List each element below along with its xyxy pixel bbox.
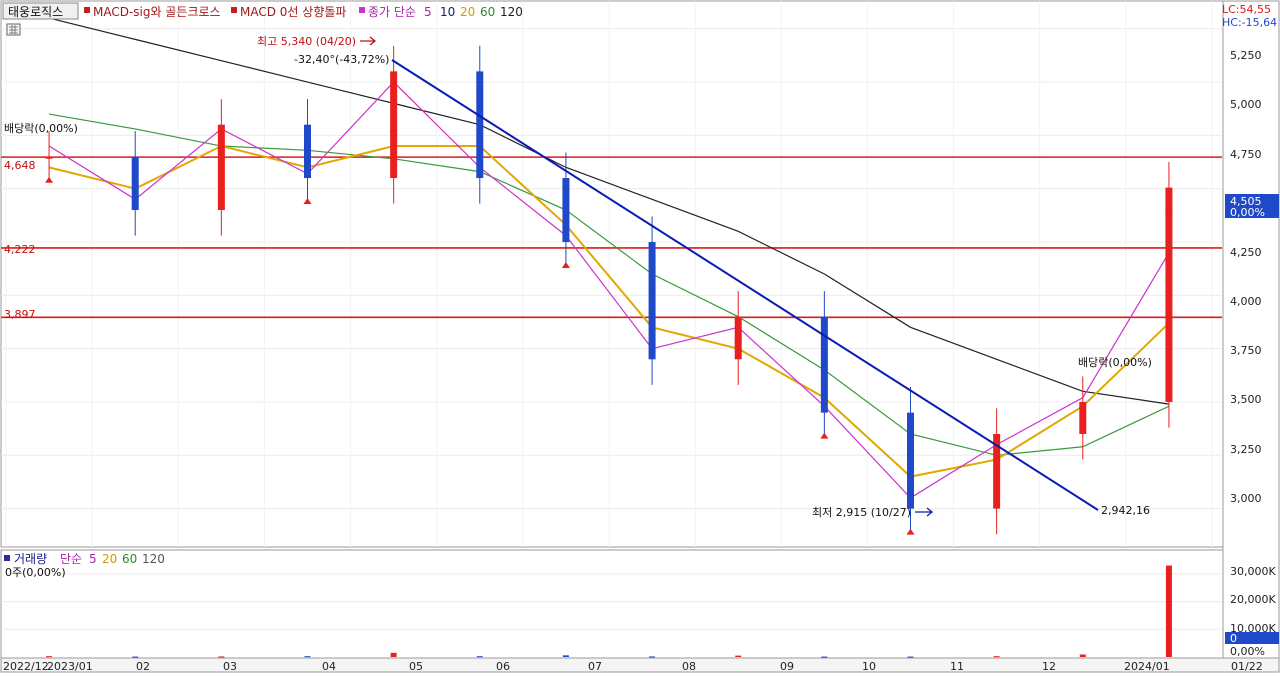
low-label: 최저 2,915 (10/27) xyxy=(812,506,911,519)
volume-bar xyxy=(735,655,742,657)
x-tick: 02 xyxy=(136,660,150,673)
candle-body xyxy=(648,242,656,360)
y-tick: 4,750 xyxy=(1230,148,1262,161)
volume-bar xyxy=(476,656,483,658)
indicator-1-swatch xyxy=(84,7,90,13)
stock-name: 태웅로직스 xyxy=(8,5,63,19)
lc-value: LC:54,55 xyxy=(1222,3,1271,16)
volume-swatch xyxy=(4,555,10,561)
volume-bar xyxy=(1079,654,1086,657)
y-tick: 3,500 xyxy=(1230,393,1262,406)
candle-body xyxy=(476,71,484,179)
candle-body xyxy=(820,316,828,413)
candle-body xyxy=(304,124,311,179)
trendline-label: 2,942,16 xyxy=(1101,504,1150,517)
y-tick: 3,000 xyxy=(1230,492,1262,505)
x-tick: 03 xyxy=(223,660,237,673)
x-tick: 07 xyxy=(588,660,602,673)
ma-period-5[interactable]: 5 xyxy=(424,5,432,19)
volume-bar xyxy=(218,656,225,658)
x-tick: 06 xyxy=(496,660,510,673)
high-sub-label: -32,40°(-43,72%) xyxy=(294,53,389,66)
ma-swatch xyxy=(359,7,365,13)
ma-period-60[interactable]: 60 xyxy=(480,5,495,19)
volume-bar xyxy=(46,656,53,658)
x-tick: 2023/01 xyxy=(47,660,93,673)
volume-bar xyxy=(304,656,311,658)
indicator-1-label[interactable]: MACD-sig와 골든크로스 xyxy=(93,5,221,19)
x-tick: 01/22 xyxy=(1231,660,1263,673)
hline-label-1: 4,648 xyxy=(4,159,36,172)
y-tick: 3,750 xyxy=(1230,344,1262,357)
right-dividend-note: 배당락(0,00%) xyxy=(1078,356,1152,369)
candle-body xyxy=(131,156,139,211)
volume-ma-60[interactable]: 60 xyxy=(122,552,137,566)
ma-period-20[interactable]: 20 xyxy=(460,5,475,19)
x-tick: 10 xyxy=(862,660,876,673)
volume-y-tick: 0,00% xyxy=(1230,645,1265,658)
candle-body xyxy=(390,71,398,179)
hc-value: HC:-15,64 xyxy=(1222,16,1277,29)
volume-bar xyxy=(649,656,656,658)
y-tick: 4,250 xyxy=(1230,246,1262,259)
volume-sub-label: 0주(0,00%) xyxy=(5,566,66,579)
y-tick: 3,250 xyxy=(1230,443,1262,456)
candle-body xyxy=(1079,401,1087,434)
candle-body xyxy=(1165,187,1173,402)
current-change: 0,00% xyxy=(1230,206,1265,219)
volume-bar xyxy=(390,652,397,657)
volume-bar xyxy=(1165,565,1172,657)
ma-label[interactable]: 종가 단순 xyxy=(368,5,416,19)
candle-body xyxy=(562,178,570,243)
volume-bar xyxy=(993,656,1000,658)
x-tick: 04 xyxy=(322,660,336,673)
candle-body xyxy=(45,156,53,159)
x-tick: 05 xyxy=(409,660,423,673)
indicator-2-label[interactable]: MACD 0선 상향돌파 xyxy=(240,5,346,19)
y-tick: 4,000 xyxy=(1230,295,1262,308)
hline-label-2: 4,222 xyxy=(4,243,36,256)
volume-ma-5[interactable]: 5 xyxy=(89,552,97,566)
ma-period-10[interactable]: 10 xyxy=(440,5,455,19)
volume-ma-label[interactable]: 단순 xyxy=(60,552,82,566)
volume-ma-20[interactable]: 20 xyxy=(102,552,117,566)
x-tick: 12 xyxy=(1042,660,1056,673)
y-tick: 5,250 xyxy=(1230,49,1262,62)
x-tick: 08 xyxy=(682,660,696,673)
volume-bar xyxy=(821,656,828,658)
x-tick: 11 xyxy=(950,660,964,673)
current-volume: 0 xyxy=(1230,632,1237,645)
hline-label-3: 3,897 xyxy=(4,308,36,321)
candle-body xyxy=(217,124,225,211)
x-tick: 2024/01 xyxy=(1124,660,1170,673)
volume-title[interactable]: 거래량 xyxy=(14,552,47,566)
volume-bar xyxy=(132,656,139,658)
chart-canvas[interactable]: 2,942,16 최고 5,340 (04/20) -32,40°(-43,72… xyxy=(0,0,1280,673)
volume-y-tick: 30,000K xyxy=(1230,565,1276,578)
volume-y-tick: 20,000K xyxy=(1230,593,1276,606)
left-dividend-note: 배당락(0,00%) xyxy=(4,122,78,135)
y-tick: 5,000 xyxy=(1230,98,1262,111)
volume-bar xyxy=(562,655,569,657)
stock-chart[interactable]: 2,942,16 최고 5,340 (04/20) -32,40°(-43,72… xyxy=(0,0,1280,673)
volume-panel-frame xyxy=(0,549,1224,659)
volume-bar xyxy=(907,656,914,658)
x-tick: 09 xyxy=(780,660,794,673)
ma-period-120[interactable]: 120 xyxy=(500,5,523,19)
x-tick: 2022/12 xyxy=(3,660,49,673)
indicator-2-swatch xyxy=(231,7,237,13)
candle-body xyxy=(907,412,914,509)
high-label: 최고 5,340 (04/20) xyxy=(257,35,356,48)
volume-ma-120[interactable]: 120 xyxy=(142,552,165,566)
x-axis-strip xyxy=(0,657,1280,673)
